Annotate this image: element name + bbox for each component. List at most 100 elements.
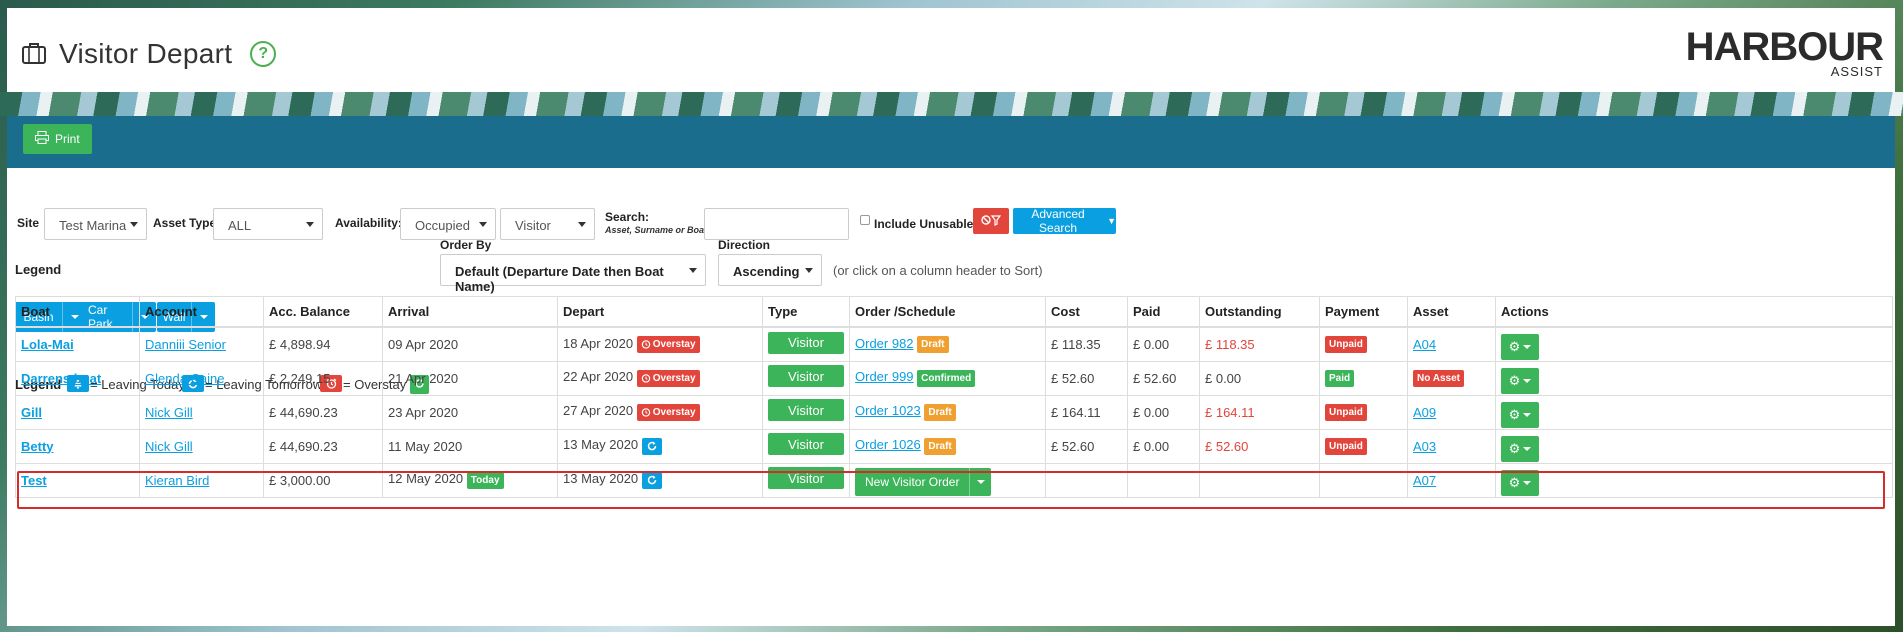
cell-asset: A03 (1407, 428, 1496, 464)
caret-down-icon (1523, 345, 1532, 350)
order-by-select[interactable]: Default (Departure Date then Boat Name) (440, 254, 706, 294)
type-badge: Visitor (768, 331, 844, 354)
chevron-down-icon: ▼ (1107, 216, 1116, 226)
asset-link[interactable]: A09 (1413, 405, 1436, 420)
order-link[interactable]: Order 1023 (855, 403, 921, 418)
table-row: Lola-Mai Danniii Senior £ 4,898.94 09 Apr 2… (15, 326, 1893, 362)
cell-asset: No Asset (1407, 360, 1496, 396)
page-title: Visitor Depart (59, 38, 233, 69)
actions-button[interactable]: ⚙ (1501, 470, 1539, 496)
account-link[interactable]: Nick Gill (145, 405, 193, 420)
col-asset[interactable]: Asset (1407, 296, 1496, 328)
col-account[interactable]: Account (139, 296, 264, 328)
cell-depart: 27 Apr 2020 Overstay (557, 394, 763, 430)
type-badge: Visitor (768, 399, 844, 422)
new-visitor-order-dropdown[interactable] (969, 468, 992, 496)
include-unusable-checkbox[interactable] (860, 215, 870, 225)
sort-hint: (or click on a column header to Sort) (833, 263, 1043, 278)
refresh-icon (641, 471, 662, 489)
cell-balance: £ 44,690.23 (263, 394, 383, 430)
caret-down-icon (1523, 447, 1532, 451)
clear-filters-button[interactable] (973, 208, 1009, 234)
briefcase-icon (21, 41, 47, 68)
asset-type-label: Asset Type (153, 216, 217, 230)
help-icon[interactable]: ? (250, 41, 277, 67)
col-payment[interactable]: Payment (1319, 296, 1408, 328)
caret-down-icon (1523, 379, 1532, 383)
cell-balance: £ 3,000.00 (263, 462, 383, 498)
actions-button[interactable]: ⚙ (1501, 436, 1539, 462)
site-label: Site (17, 216, 40, 230)
cell-outstanding: £ 0.00 (1199, 360, 1320, 396)
actions-button[interactable]: ⚙ (1501, 368, 1539, 394)
col-acc-balance[interactable]: Acc. Balance (263, 296, 383, 328)
account-link[interactable]: Danniii Senior (145, 337, 226, 352)
type-badge: Visitor (768, 467, 844, 490)
account-link[interactable]: Nick Gill (145, 439, 193, 454)
table-row: Test Kieran Bird £ 3,000.00 12 May 2020 Tod… (15, 462, 1893, 498)
boat-link[interactable]: Betty (21, 439, 54, 454)
account-link[interactable]: Kieran Bird (145, 473, 209, 488)
cell-balance: £ 2,249.15 (263, 360, 383, 396)
background-photo (0, 92, 1903, 116)
col-order-schedule[interactable]: Order /Schedule (849, 296, 1046, 328)
cell-type: Visitor (762, 360, 850, 396)
overstay-badge-label: Overstay (652, 372, 696, 384)
table-row: Betty Nick Gill £ 44,690.23 11 May 2020 13 M… (15, 428, 1893, 464)
clear-filter-icon (981, 214, 1002, 229)
gear-icon: ⚙ (1508, 373, 1521, 388)
col-actions[interactable]: Actions (1495, 296, 1893, 328)
cell-account: Nick Gill (139, 428, 264, 464)
boat-link[interactable]: Gill (21, 405, 42, 420)
actions-button[interactable]: ⚙ (1501, 402, 1539, 428)
actions-button[interactable]: ⚙ (1501, 334, 1539, 361)
cell-asset: A04 (1407, 326, 1496, 362)
account-link[interactable]: Glenda Caine (145, 371, 225, 386)
advanced-search-button[interactable]: Advanced Search ▼ (1013, 207, 1116, 235)
page-header: Visitor Depart ? HARBOUR ASSIST (7, 8, 1895, 92)
direction-select[interactable]: Ascending (718, 254, 822, 286)
col-depart[interactable]: Depart (557, 296, 763, 328)
cell-account: Nick Gill (139, 394, 264, 430)
cell-order: Order 999 Confirmed (849, 360, 1046, 396)
boat-link[interactable]: Darrens boat (21, 371, 101, 386)
new-visitor-order-split[interactable]: New Visitor Order (855, 468, 992, 496)
cell-cost: £ 118.35 (1045, 326, 1128, 362)
cell-paid: £ 0.00 (1127, 394, 1200, 430)
cell-actions: ⚙ (1495, 326, 1893, 362)
depart-date: 13 May 2020 (563, 437, 639, 453)
gear-icon: ⚙ (1508, 339, 1521, 355)
col-paid[interactable]: Paid (1127, 296, 1200, 328)
gear-icon: ⚙ (1508, 407, 1521, 422)
search-label: Search: (605, 210, 650, 224)
cell-paid (1127, 462, 1200, 498)
new-visitor-order-button[interactable]: New Visitor Order (855, 468, 970, 496)
page-title-group: Visitor Depart ? (21, 38, 277, 70)
print-label: Print (55, 132, 80, 146)
asset-link[interactable]: A07 (1413, 473, 1436, 488)
filter-bar: Site Test Marina Asset Type ALL Availabi… (7, 178, 1895, 240)
cell-paid: £ 0.00 (1127, 428, 1200, 464)
print-button[interactable]: Print (23, 124, 92, 154)
boat-link[interactable]: Lola-Mai (21, 337, 74, 352)
overstay-badge: Overstay (636, 335, 700, 353)
col-outstanding[interactable]: Outstanding (1199, 296, 1320, 328)
order-link[interactable]: Order 999 (855, 369, 914, 384)
col-type[interactable]: Type (762, 296, 850, 328)
cell-order: New Visitor Order (849, 462, 1046, 498)
col-boat[interactable]: Boat (15, 296, 140, 328)
caret-down-icon (976, 480, 985, 484)
asset-link[interactable]: A03 (1413, 439, 1436, 454)
asset-link[interactable]: A04 (1413, 337, 1436, 352)
order-link[interactable]: Order 1026 (855, 437, 921, 452)
cell-cost: £ 52.60 (1045, 360, 1128, 396)
cell-type: Visitor (762, 394, 850, 430)
boat-link[interactable]: Test (21, 473, 47, 488)
overstay-badge: Overstay (636, 369, 700, 387)
col-arrival[interactable]: Arrival (382, 296, 558, 328)
arrival-date: 21 Apr 2020 (388, 370, 459, 386)
cell-cost: £ 52.60 (1045, 428, 1128, 464)
order-link[interactable]: Order 982 (855, 336, 914, 351)
col-cost[interactable]: Cost (1045, 296, 1128, 328)
cell-actions: ⚙ (1495, 428, 1893, 464)
